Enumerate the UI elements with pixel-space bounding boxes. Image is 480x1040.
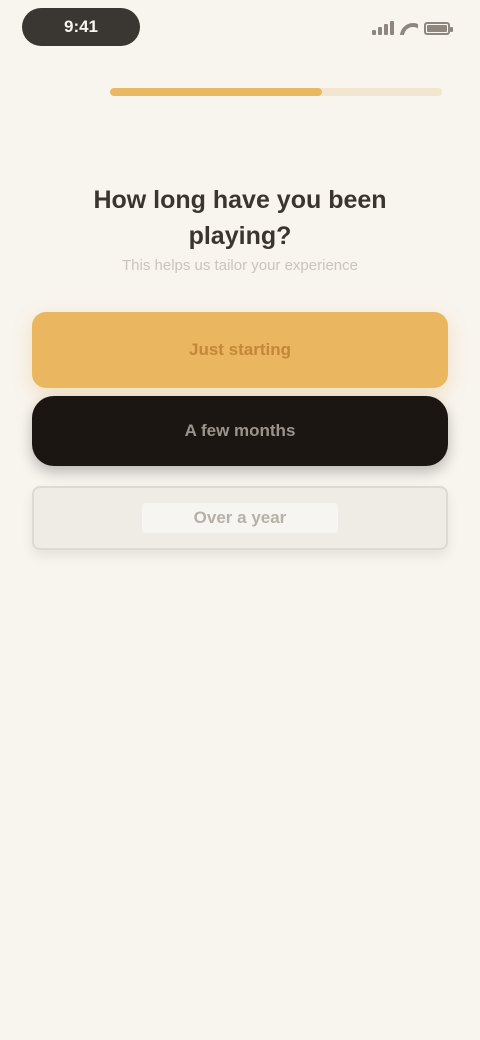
status-icons [372, 18, 453, 38]
progress-bar [110, 88, 442, 96]
option-over-a-year-button[interactable]: Over a year [32, 486, 448, 550]
battery-level [427, 24, 447, 32]
status-time: 9:41 [22, 8, 140, 46]
page-title: How long have you been playing? [93, 186, 387, 250]
option-just-starting-button[interactable]: Just starting [32, 312, 448, 388]
option-few-months-button[interactable]: A few months [32, 396, 448, 466]
page-subtitle: This helps us tailor your experience [122, 257, 358, 274]
status-bar: 9:41 [0, 0, 480, 60]
wifi-icon [400, 21, 418, 35]
option-label: Just starting [188, 340, 292, 359]
progress-fill [110, 88, 323, 96]
signal-icon [372, 21, 394, 35]
battery-icon [424, 21, 453, 35]
option-label: Over a year [142, 503, 338, 533]
option-label: A few months [184, 421, 296, 440]
